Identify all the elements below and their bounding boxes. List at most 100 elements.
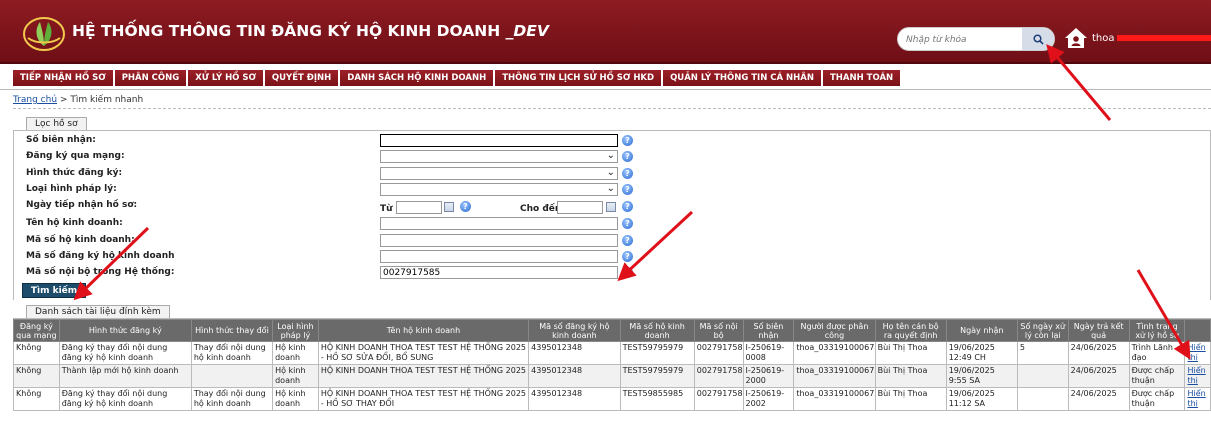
help-icon[interactable]: ?	[622, 201, 633, 212]
table-row: Không Đăng ký thay đổi nội dung đăng ký h…	[13, 387, 1211, 411]
menu-item-thanh-toan[interactable]: THANH TOÁN	[822, 70, 901, 86]
calendar-icon[interactable]	[606, 202, 616, 212]
search-input[interactable]	[906, 31, 1021, 48]
table-cell: Hộ kinh doanh	[272, 341, 319, 365]
divider	[13, 108, 1211, 109]
dang-ky-qua-mang-select[interactable]: ⌄	[380, 150, 618, 163]
menu-item-danh-sach-hkd[interactable]: DANH SÁCH HỘ KINH DOANH	[340, 70, 494, 86]
table-cell: Không	[13, 341, 60, 365]
user-menu[interactable]: thoa 3	[1064, 24, 1211, 52]
ten-hkd-input[interactable]	[380, 217, 618, 230]
ma-so-noi-bo-input[interactable]	[380, 266, 618, 279]
table-cell: Hộ kinh doanh	[272, 387, 319, 411]
help-icon[interactable]: ?	[622, 135, 633, 146]
so-bien-nhan-input[interactable]	[380, 134, 618, 147]
date-from-label: Từ	[380, 204, 393, 214]
field-label-ma-so-noi-bo: Mã số nội bộ trong Hệ thống:	[26, 267, 175, 277]
results-panel: Đăng ký qua mạng Hình thức đăng ký Hình …	[13, 318, 1211, 421]
field-label-ngay-tiep-nhan: Ngày tiếp nhận hồ sơ:	[26, 200, 138, 210]
field-label-loai-hinh-phap-ly: Loại hình pháp lý:	[26, 184, 117, 194]
search-icon	[1032, 33, 1044, 45]
table-cell: 5	[1016, 341, 1069, 365]
view-details-link[interactable]: Hiển thị	[1187, 366, 1205, 385]
column-header: Loại hình pháp lý	[272, 319, 319, 342]
table-cell: thoa_033191000673	[793, 341, 876, 365]
help-icon[interactable]: ?	[622, 151, 633, 162]
field-label-dang-ky-qua-mang: Đăng ký qua mạng:	[26, 151, 125, 161]
app-header: HỆ THỐNG THÔNG TIN ĐĂNG KÝ HỘ KINH DOANH…	[0, 0, 1211, 64]
column-header: Ngày trả kết quả	[1067, 319, 1130, 342]
table-cell: TEST59795979	[619, 341, 695, 365]
table-cell: Được chấp thuận	[1128, 387, 1186, 411]
menu-item-tiep-nhan[interactable]: TIẾP NHẬN HỒ SƠ	[13, 70, 113, 86]
table-cell: 0027917585	[693, 341, 744, 365]
column-header: Họ tên cán bộ ra quyết định	[874, 319, 947, 342]
redaction-mark	[1116, 35, 1211, 41]
view-details-link[interactable]: Hiển thị	[1187, 389, 1205, 408]
app-title-main: HỆ THỐNG THÔNG TIN ĐĂNG KÝ HỘ KINH DOANH	[72, 22, 501, 40]
table-cell: Hộ kinh doanh	[272, 364, 319, 388]
hinh-thuc-dang-ky-select[interactable]: ⌄	[380, 167, 618, 180]
table-header-row: Đăng ký qua mạng Hình thức đăng ký Hình …	[13, 319, 1211, 342]
help-icon[interactable]: ?	[622, 267, 633, 278]
table-cell: TEST59855985	[619, 387, 695, 411]
help-icon[interactable]: ?	[622, 251, 633, 262]
table-cell	[1016, 387, 1069, 411]
field-label-ten-hkd: Tên hộ kinh doanh:	[26, 218, 123, 228]
search-box	[897, 27, 1055, 51]
help-icon[interactable]: ?	[622, 168, 633, 179]
menu-item-ca-nhan[interactable]: QUẢN LÝ THÔNG TIN CÁ NHÂN	[663, 70, 821, 86]
column-header: Mã số đăng ký hộ kinh doanh	[528, 319, 621, 342]
calendar-icon[interactable]	[444, 202, 454, 212]
table-cell: 4395012348	[528, 341, 621, 365]
column-header: Mã số hộ kinh doanh	[619, 319, 695, 342]
table-cell: 0027917585	[693, 364, 744, 388]
table-cell: Bùi Thị Thoa	[874, 364, 947, 388]
table-cell: thoa_033191000673	[793, 387, 876, 411]
search-button[interactable]	[1022, 28, 1054, 50]
column-header: Đăng ký qua mạng	[13, 319, 60, 342]
table-row: Không Đăng ký thay đổi nội dung đăng ký h…	[13, 341, 1211, 365]
breadcrumb-home-link[interactable]: Trang chủ	[13, 95, 57, 105]
table-cell: TEST59795979	[619, 364, 695, 388]
table-cell: Thay đổi nội dung hộ kinh doanh	[190, 341, 274, 365]
breadcrumb: Trang chủ > Tìm kiếm nhanh	[13, 95, 143, 105]
menu-item-phan-cong[interactable]: PHÂN CÔNG	[114, 70, 187, 86]
help-icon[interactable]: ?	[622, 218, 633, 229]
results-tab: Danh sách tài liệu đính kèm	[26, 305, 170, 318]
column-header: Người được phân công	[793, 319, 876, 342]
table-cell: Hiển thị	[1184, 387, 1211, 411]
menu-item-lich-su[interactable]: THÔNG TIN LỊCH SỬ HỒ SƠ HKD	[495, 70, 662, 86]
results-table: Đăng ký qua mạng Hình thức đăng ký Hình …	[13, 319, 1211, 411]
menu-item-xu-ly[interactable]: XỬ LÝ HỒ SƠ	[188, 70, 263, 86]
date-to-input[interactable]	[557, 201, 603, 214]
breadcrumb-current: Tìm kiếm nhanh	[70, 95, 144, 105]
table-cell: 24/06/2025	[1067, 364, 1130, 388]
ma-so-dang-ky-input[interactable]	[380, 250, 618, 263]
column-header: Mã số nội bộ	[693, 319, 744, 342]
help-icon[interactable]: ?	[460, 201, 471, 212]
column-header: Số ngày xử lý còn lại	[1016, 319, 1069, 342]
table-cell: I-250619-2000	[742, 364, 795, 388]
table-cell: Thay đổi nội dung hộ kinh doanh	[190, 387, 274, 411]
main-menu: TIẾP NHẬN HỒ SƠ PHÂN CÔNG XỬ LÝ HỒ SƠ QU…	[0, 66, 1211, 90]
column-header: Ngày nhận	[945, 319, 1018, 342]
table-cell: Đăng ký thay đổi nội dung đăng ký hộ kin…	[58, 341, 192, 365]
help-icon[interactable]: ?	[622, 184, 633, 195]
table-cell: Đăng ký thay đổi nội dung đăng ký hộ kin…	[58, 387, 192, 411]
column-header: Tên hộ kinh doanh	[317, 319, 530, 342]
table-cell: Không	[13, 387, 60, 411]
view-details-link[interactable]: Hiển thị	[1187, 343, 1205, 362]
search-submit-button[interactable]: Tìm kiếm	[22, 283, 86, 298]
column-header	[1184, 319, 1211, 342]
menu-item-quyet-dinh[interactable]: QUYẾT ĐỊNH	[264, 70, 339, 86]
ma-so-hkd-input[interactable]	[380, 234, 618, 247]
table-cell: 19/06/2025 9:55 SA	[945, 364, 1018, 388]
date-from-input[interactable]	[396, 201, 442, 214]
table-cell: Bùi Thị Thoa	[874, 387, 947, 411]
table-cell: Trình Lãnh đạo	[1128, 341, 1186, 365]
loai-hinh-phap-ly-select[interactable]: ⌄	[380, 183, 618, 196]
help-icon[interactable]: ?	[622, 235, 633, 246]
home-user-icon	[1065, 28, 1087, 48]
table-cell: HỘ KINH DOANH THOA TEST TEST HỆ THỐNG 20…	[317, 364, 530, 388]
